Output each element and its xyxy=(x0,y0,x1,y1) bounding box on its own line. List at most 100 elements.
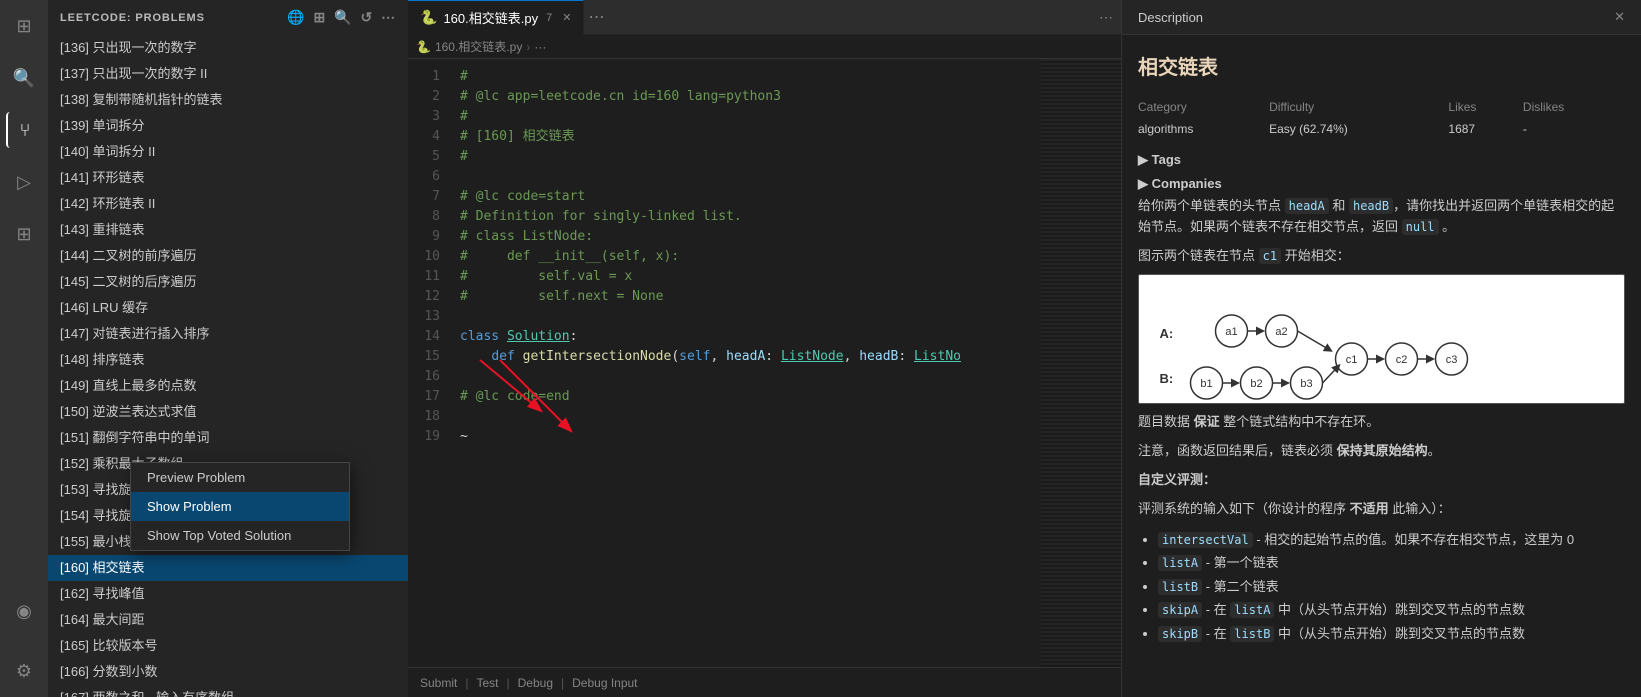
context-menu-top-voted[interactable]: Show Top Voted Solution xyxy=(131,521,349,550)
active-tab[interactable]: 🐍 160.相交链表.py 7 ✕ xyxy=(408,0,584,35)
desc-custom-eval-title: 自定义评测： xyxy=(1138,470,1625,491)
sidebar-item-144[interactable]: [144] 二叉树的前序遍历 xyxy=(48,243,408,269)
difficulty-header: Difficulty xyxy=(1269,96,1448,118)
tab-close-icon[interactable]: ✕ xyxy=(562,11,571,24)
sidebar-item-165[interactable]: [165] 比较版本号 xyxy=(48,633,408,659)
category-header: Category xyxy=(1138,96,1269,118)
svg-text:B:: B: xyxy=(1160,371,1174,386)
sidebar-item-160[interactable]: [160] 相交链表 xyxy=(48,555,408,581)
desc-eval-list: intersectVal - 相交的起始节点的值。如果不存在相交节点，这里为 0… xyxy=(1138,528,1625,646)
sidebar-item-167[interactable]: [167] 两数之和 - 输入有序数组 xyxy=(48,685,408,697)
svg-text:b1: b1 xyxy=(1200,378,1212,390)
svg-text:c1: c1 xyxy=(1346,354,1358,366)
desc-header: Description ✕ xyxy=(1122,0,1641,35)
sidebar-item-145[interactable]: [145] 二叉树的后序遍历 xyxy=(48,269,408,295)
debug-icon[interactable]: ▷ xyxy=(6,164,42,200)
sidebar: LEETCODE: PROBLEMS 🌐 ⊞ 🔍 ↺ ⋯ [136] 只出现一次… xyxy=(48,0,408,697)
desc-note: 注意，函数返回结果后，链表必须 保持其原始结构。 xyxy=(1138,441,1625,462)
explorer-icon[interactable]: ⊞ xyxy=(6,8,42,44)
dislikes-header: Dislikes xyxy=(1523,96,1625,118)
description-panel: Description ✕ 相交链表 Category Difficulty L… xyxy=(1121,0,1641,697)
sidebar-item-151[interactable]: [151] 翻倒字符串中的单词 xyxy=(48,425,408,451)
sidebar-item-148[interactable]: [148] 排序链表 xyxy=(48,347,408,373)
desc-close-icon[interactable]: ✕ xyxy=(1614,9,1625,25)
breadcrumb-filename: 160.相交链表.py xyxy=(435,38,522,55)
svg-text:c3: c3 xyxy=(1446,354,1458,366)
problem-title: 相交链表 xyxy=(1138,51,1625,80)
category-value: algorithms xyxy=(1138,118,1269,140)
sidebar-item-166[interactable]: [166] 分数到小数 xyxy=(48,659,408,685)
editor-tabs: 🐍 160.相交链表.py 7 ✕ ⋯ ⋯ xyxy=(408,0,1121,35)
sidebar-refresh-icon[interactable]: ↺ xyxy=(360,9,373,26)
eval-item-4: skipB - 在 listB 中（从头节点开始）跳到交叉节点的节点数 xyxy=(1158,622,1625,646)
context-menu-show-problem[interactable]: Show Problem xyxy=(131,492,349,521)
diagram-svg: A: B: a1 a2 c1 xyxy=(1147,283,1616,413)
line-numbers: 12345 678910 1112131415 16171819 xyxy=(408,59,448,667)
sidebar-item-143[interactable]: [143] 重排链表 xyxy=(48,217,408,243)
svg-text:b2: b2 xyxy=(1250,378,1262,390)
sidebar-more-icon[interactable]: ⋯ xyxy=(381,9,396,26)
tab-number: 7 xyxy=(546,12,552,24)
desc-eval-desc: 评测系统的输入如下（你设计的程序 不适用 此输入）： xyxy=(1138,499,1625,520)
desc-content: 相交链表 Category Difficulty Likes Dislikes … xyxy=(1122,35,1641,697)
editor-more-icon[interactable]: ⋯ xyxy=(1099,9,1121,26)
code-editor[interactable]: # # @lc app=leetcode.cn id=160 lang=pyth… xyxy=(448,59,1041,667)
debug-button[interactable]: Debug xyxy=(518,676,553,690)
breadcrumb-sep: › xyxy=(526,40,530,54)
sidebar-item-139[interactable]: [139] 单词拆分 xyxy=(48,113,408,139)
companies-section[interactable]: ▶ Companies xyxy=(1138,176,1625,192)
sidebar-grid-icon[interactable]: ⊞ xyxy=(314,9,327,26)
sidebar-item-149[interactable]: [149] 直线上最多的点数 xyxy=(48,373,408,399)
svg-text:a2: a2 xyxy=(1275,326,1287,338)
search-icon[interactable]: 🔍 xyxy=(6,60,42,96)
editor-breadcrumb: 🐍 160.相交链表.py › ··· xyxy=(408,35,1121,59)
companies-label: ▶ Companies xyxy=(1138,176,1222,192)
sidebar-title: LEETCODE: PROBLEMS xyxy=(60,12,205,24)
eval-item-0: intersectVal - 相交的起始节点的值。如果不存在相交节点，这里为 0 xyxy=(1158,528,1625,552)
dislikes-value: - xyxy=(1523,118,1625,140)
sidebar-item-147[interactable]: [147] 对链表进行插入排序 xyxy=(48,321,408,347)
sidebar-item-138[interactable]: [138] 复制带随机指针的链表 xyxy=(48,87,408,113)
breadcrumb-python-icon: 🐍 xyxy=(416,40,431,54)
breadcrumb-more: ··· xyxy=(534,40,546,54)
svg-text:b3: b3 xyxy=(1300,378,1312,390)
test-button[interactable]: Test xyxy=(476,676,498,690)
editor-area: 🐍 160.相交链表.py 7 ✕ ⋯ ⋯ 🐍 160.相交链表.py › ··… xyxy=(408,0,1121,697)
editor-content: 12345 678910 1112131415 16171819 # # @lc… xyxy=(408,59,1121,667)
settings-icon[interactable]: ⚙ xyxy=(6,653,42,689)
editor-action-bar: Submit | Test | Debug | Debug Input xyxy=(408,667,1121,697)
svg-text:a1: a1 xyxy=(1225,326,1237,338)
minimap-content xyxy=(1041,59,1121,667)
eval-item-3: skipA - 在 listA 中（从头节点开始）跳到交叉节点的节点数 xyxy=(1158,598,1625,622)
eval-item-2: listB - 第二个链表 xyxy=(1158,575,1625,599)
desc-guarantee: 题目数据 保证 整个链式结构中不存在环。 xyxy=(1138,412,1625,433)
account-icon[interactable]: ◉ xyxy=(6,593,42,629)
sidebar-item-137[interactable]: [137] 只出现一次的数字 II xyxy=(48,61,408,87)
extensions-icon[interactable]: ⊞ xyxy=(6,216,42,252)
sidebar-search-icon[interactable]: 🔍 xyxy=(334,9,352,26)
sidebar-header: LEETCODE: PROBLEMS 🌐 ⊞ 🔍 ↺ ⋯ xyxy=(48,0,408,35)
sidebar-item-140[interactable]: [140] 单词拆分 II xyxy=(48,139,408,165)
context-menu-preview[interactable]: Preview Problem xyxy=(131,463,349,492)
sidebar-header-icons: 🌐 ⊞ 🔍 ↺ ⋯ xyxy=(287,9,396,26)
svg-text:A:: A: xyxy=(1160,326,1174,341)
sidebar-item-141[interactable]: [141] 环形链表 xyxy=(48,165,408,191)
eval-item-1: listA - 第一个链表 xyxy=(1158,551,1625,575)
sidebar-item-136[interactable]: [136] 只出现一次的数字 xyxy=(48,35,408,61)
submit-button[interactable]: Submit xyxy=(420,676,457,690)
meta-table: Category Difficulty Likes Dislikes algor… xyxy=(1138,96,1625,140)
tags-section[interactable]: ▶ Tags xyxy=(1138,152,1625,168)
git-icon[interactable]: ⑂ xyxy=(6,112,42,148)
debug-input-button[interactable]: Debug Input xyxy=(572,676,637,690)
sidebar-item-164[interactable]: [164] 最大间距 xyxy=(48,607,408,633)
sidebar-item-142[interactable]: [142] 环形链表 II xyxy=(48,191,408,217)
tab-more-icon[interactable]: ⋯ xyxy=(588,7,604,27)
sidebar-item-146[interactable]: [146] LRU 缓存 xyxy=(48,295,408,321)
sidebar-item-162[interactable]: [162] 寻找峰值 xyxy=(48,581,408,607)
sidebar-item-150[interactable]: [150] 逆波兰表达式求值 xyxy=(48,399,408,425)
likes-header: Likes xyxy=(1448,96,1523,118)
sidebar-globe-icon[interactable]: 🌐 xyxy=(287,9,305,26)
desc-header-title: Description xyxy=(1138,10,1203,25)
tags-label: ▶ Tags xyxy=(1138,152,1181,168)
desc-text-2: 图示两个链表在节点 c1 开始相交： xyxy=(1138,246,1625,267)
